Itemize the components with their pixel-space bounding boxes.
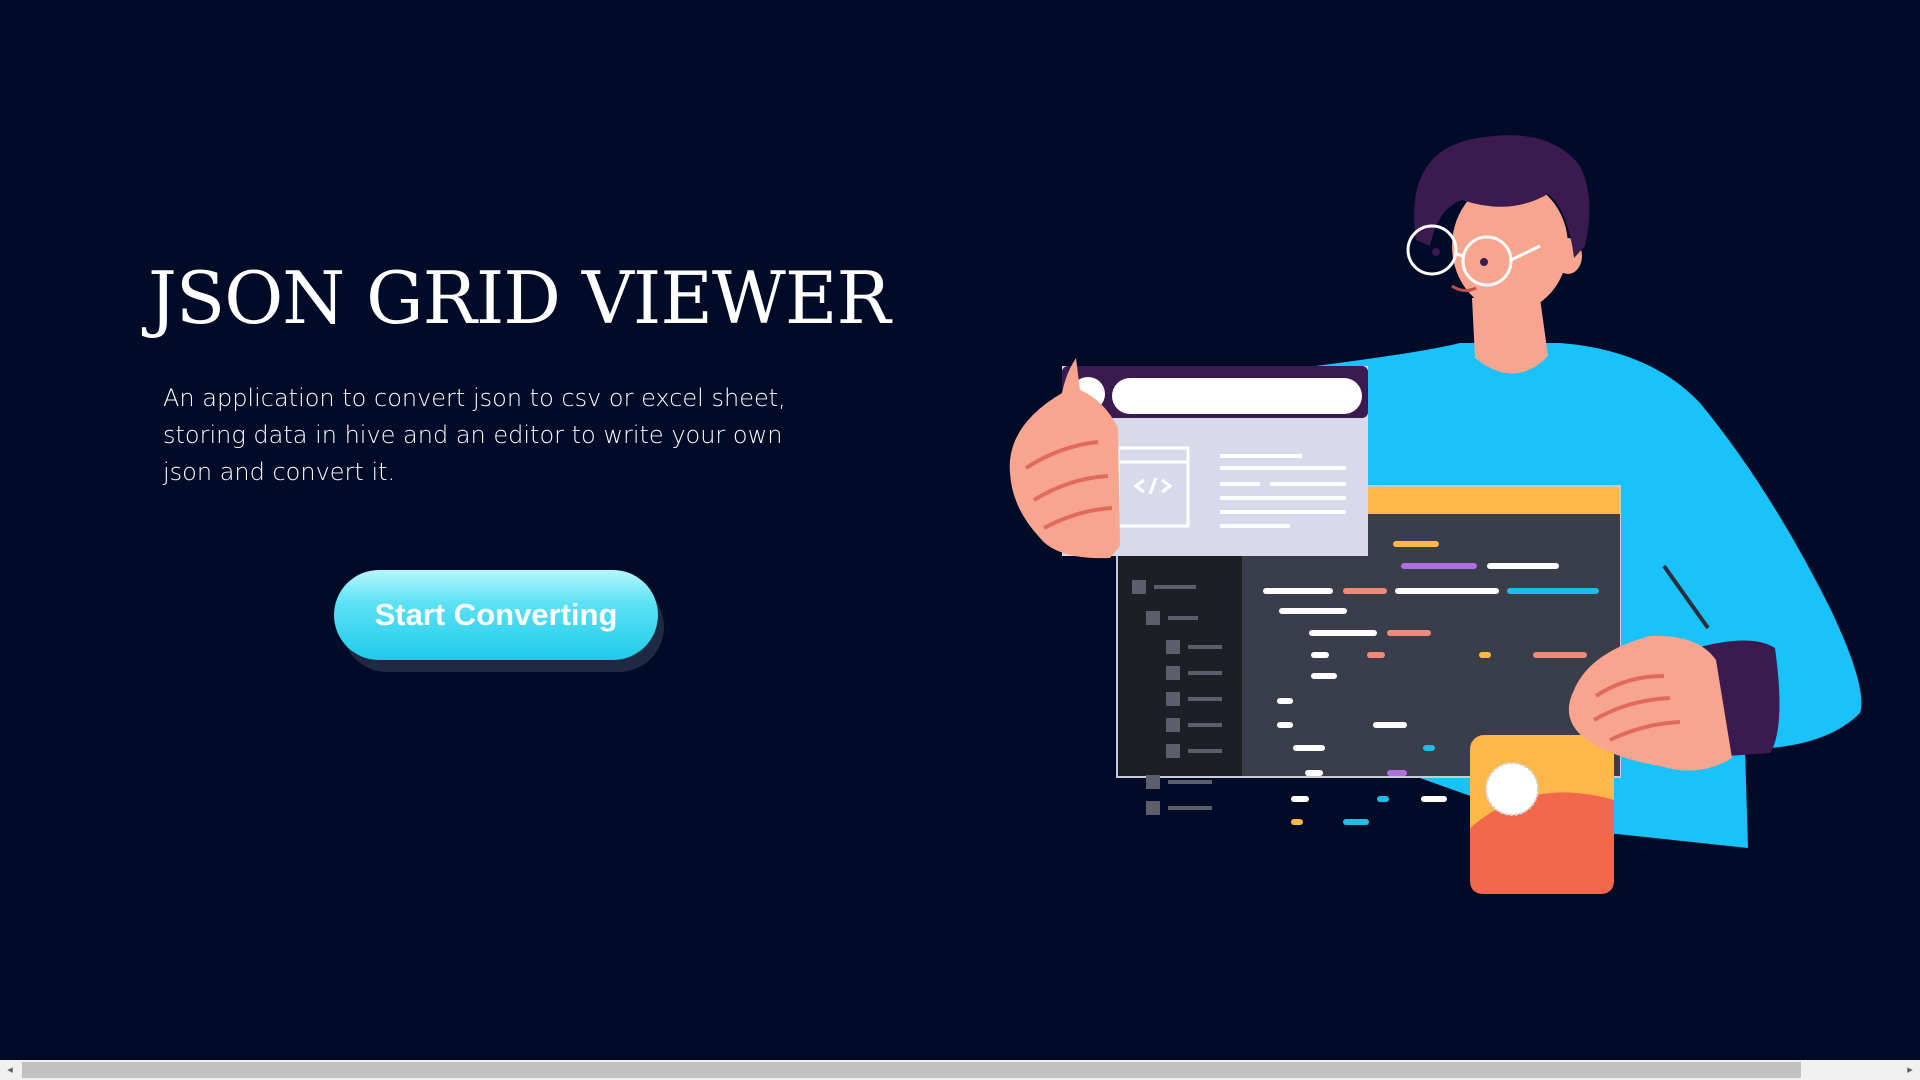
cta-container: Start Converting [334,570,664,672]
page-title: JSON GRID VIEWER [148,256,891,340]
landing-page: JSON GRID VIEWER An application to conve… [0,0,1920,1080]
scroll-left-icon[interactable]: ◂ [0,1060,20,1080]
horizontal-scrollbar[interactable]: ◂ ▸ [0,1060,1920,1080]
scrollbar-thumb[interactable] [22,1062,1801,1078]
developer-illustration [1009,135,1862,894]
scroll-right-icon[interactable]: ▸ [1900,1060,1920,1080]
image-card [1470,735,1614,894]
hero-description: An application to convert json to csv or… [163,384,786,486]
start-converting-button[interactable]: Start Converting [334,570,658,660]
